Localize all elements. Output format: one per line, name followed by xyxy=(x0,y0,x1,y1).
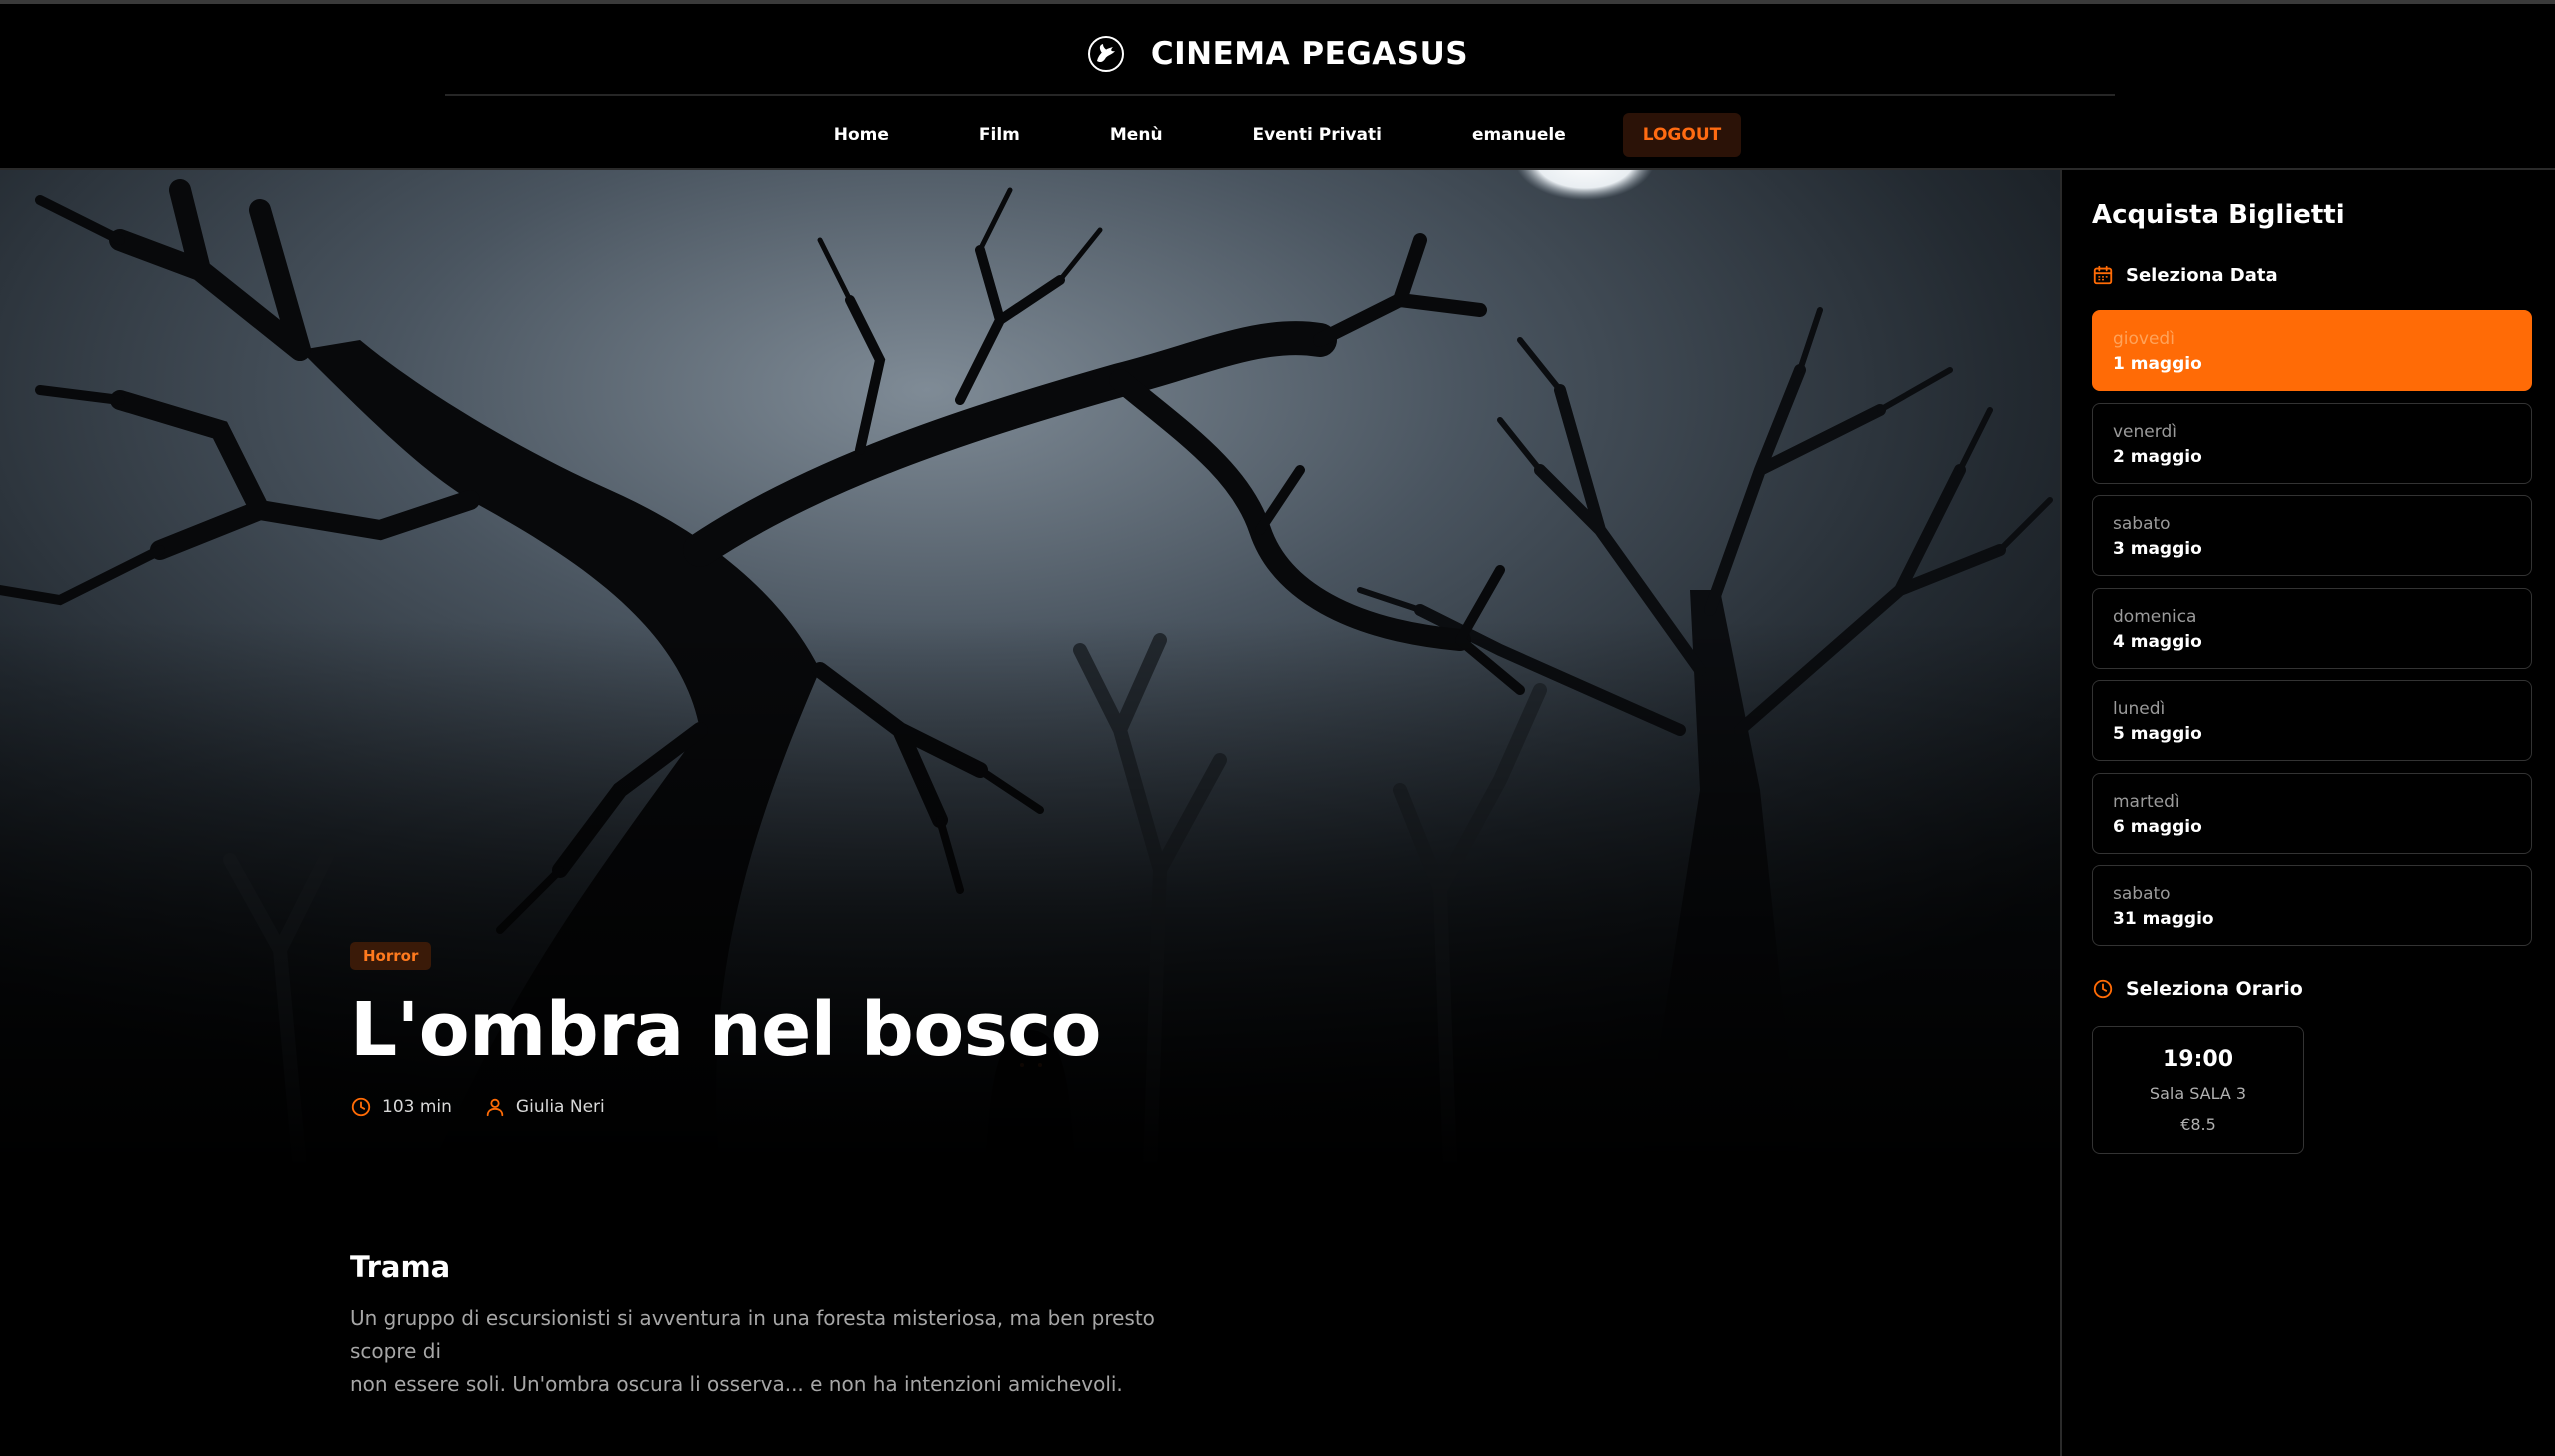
director: Giulia Neri xyxy=(484,1096,605,1118)
nav-menu[interactable]: Menù xyxy=(1090,113,1183,157)
site-header: CINEMA PEGASUS Home Film Menù Eventi Pri… xyxy=(0,4,2555,170)
date-value: 5 maggio xyxy=(2113,724,2202,744)
date-section-label: Seleziona Data xyxy=(2126,264,2278,286)
date-option[interactable]: sabato 3 maggio xyxy=(2092,495,2532,576)
showtime-room: Sala SALA 3 xyxy=(2149,1084,2247,1103)
date-day: martedì xyxy=(2113,791,2180,812)
pegasus-logo-icon xyxy=(1087,36,1124,72)
ticket-sidebar: Acquista Biglietti Seleziona Data gioved… xyxy=(2060,170,2555,1456)
date-day: domenica xyxy=(2113,606,2197,627)
date-value: 4 maggio xyxy=(2113,631,2202,652)
header-divider xyxy=(445,94,2115,96)
showtime-price: €8.5 xyxy=(2180,1115,2216,1134)
showtime-time: 19:00 xyxy=(2162,1047,2234,1072)
clock-icon xyxy=(2093,979,2113,999)
calendar-icon xyxy=(2093,265,2113,285)
date-day: giovedì xyxy=(2113,329,2175,349)
plot-line-2: non essere soli. Un'ombra oscura li osse… xyxy=(350,1372,1123,1396)
date-option[interactable]: lunedì 5 maggio xyxy=(2092,680,2532,761)
date-option[interactable]: giovedì 1 maggio xyxy=(2092,310,2532,391)
date-day: venerdì xyxy=(2113,421,2177,442)
plot-text: Un gruppo di escursionisti si avventura … xyxy=(350,1302,1200,1401)
clock-icon xyxy=(351,1097,371,1117)
date-value: 6 maggio xyxy=(2113,816,2202,837)
movie-info: Horror L'ombra nel bosco 103 min Giulia … xyxy=(350,942,1550,1118)
date-value: 31 maggio xyxy=(2113,909,2214,929)
duration: 103 min xyxy=(350,1096,452,1118)
date-list: giovedì 1 maggio venerdì 2 maggio sabato… xyxy=(2092,310,2532,958)
date-section-heading: Seleziona Data xyxy=(2092,264,2278,286)
nav-user[interactable]: emanuele xyxy=(1452,113,1586,157)
time-section-heading: Seleziona Orario xyxy=(2092,978,2303,1000)
showtime-option[interactable]: 19:00 Sala SALA 3 €8.5 xyxy=(2092,1026,2304,1154)
date-value: 3 maggio xyxy=(2113,539,2202,559)
nav-private-events[interactable]: Eventi Privati xyxy=(1233,113,1402,157)
genre-badge: Horror xyxy=(350,942,432,970)
brand-name: CINEMA PEGASUS xyxy=(1150,36,1469,72)
date-day: sabato xyxy=(2113,514,2171,534)
date-option[interactable]: venerdì 2 maggio xyxy=(2092,402,2532,484)
movie-hero: Horror L'ombra nel bosco 103 min Giulia … xyxy=(0,170,2060,1456)
date-value: 1 maggio xyxy=(2113,354,2202,374)
sidebar-title: Acquista Biglietti xyxy=(2092,200,2345,230)
date-day: lunedì xyxy=(2113,699,2166,719)
plot-line-1: Un gruppo di escursionisti si avventura … xyxy=(350,1306,1155,1363)
date-option[interactable]: domenica 4 maggio xyxy=(2092,587,2532,669)
time-section-label: Seleziona Orario xyxy=(2126,978,2303,1000)
duration-text: 103 min xyxy=(382,1097,452,1117)
nav-film[interactable]: Film xyxy=(959,113,1040,157)
date-option[interactable]: sabato 31 maggio xyxy=(2092,865,2532,946)
brand[interactable]: CINEMA PEGASUS xyxy=(0,28,2555,80)
nav-home[interactable]: Home xyxy=(814,113,909,157)
movie-meta: 103 min Giulia Neri xyxy=(350,1096,1550,1118)
date-day: sabato xyxy=(2113,884,2171,904)
plot-section: Trama Un gruppo di escursionisti si avve… xyxy=(350,1250,1200,1401)
plot-heading: Trama xyxy=(350,1250,451,1284)
main-nav: Home Film Menù Eventi Privati emanuele L… xyxy=(0,111,2555,159)
user-icon xyxy=(486,1098,504,1117)
movie-title: L'ombra nel bosco xyxy=(350,987,1101,1073)
date-option[interactable]: martedì 6 maggio xyxy=(2092,772,2532,854)
logout-button[interactable]: LOGOUT xyxy=(1622,113,1742,157)
date-value: 2 maggio xyxy=(2113,446,2202,467)
director-text: Giulia Neri xyxy=(515,1097,605,1117)
